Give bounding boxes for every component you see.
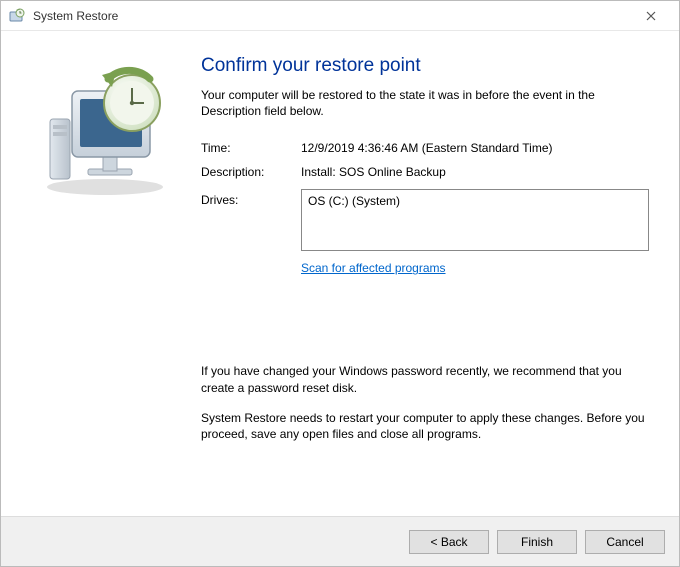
titlebar: System Restore <box>1 1 679 31</box>
scan-row: Scan for affected programs <box>201 261 649 275</box>
content-area: Confirm your restore point Your computer… <box>195 51 649 506</box>
time-row: Time: 12/9/2019 4:36:46 AM (Eastern Stan… <box>201 141 649 155</box>
back-button[interactable]: < Back <box>409 530 489 554</box>
password-note: If you have changed your Windows passwor… <box>201 363 649 395</box>
restart-note: System Restore needs to restart your com… <box>201 410 649 442</box>
restore-graphic-icon <box>30 61 180 201</box>
drives-row: Drives: OS (C:) (System) <box>201 189 649 251</box>
drives-value: OS (C:) (System) <box>308 194 400 208</box>
side-graphic <box>15 51 195 506</box>
footer: < Back Finish Cancel <box>1 516 679 566</box>
drives-label: Drives: <box>201 189 301 251</box>
window-title: System Restore <box>33 9 631 23</box>
close-button[interactable] <box>631 2 671 30</box>
finish-button[interactable]: Finish <box>497 530 577 554</box>
cancel-button[interactable]: Cancel <box>585 530 665 554</box>
body-area: Confirm your restore point Your computer… <box>1 31 679 516</box>
drives-box: OS (C:) (System) <box>301 189 649 251</box>
notes: If you have changed your Windows passwor… <box>201 363 649 442</box>
time-value: 12/9/2019 4:36:46 AM (Eastern Standard T… <box>301 141 649 155</box>
description-row: Description: Install: SOS Online Backup <box>201 165 649 179</box>
scan-affected-programs-link[interactable]: Scan for affected programs <box>301 261 446 275</box>
system-restore-icon <box>9 8 25 24</box>
system-restore-window: System Restore <box>0 0 680 567</box>
description-value: Install: SOS Online Backup <box>301 165 649 179</box>
page-subtext: Your computer will be restored to the st… <box>201 87 649 119</box>
close-icon <box>646 11 656 21</box>
description-label: Description: <box>201 165 301 179</box>
time-label: Time: <box>201 141 301 155</box>
page-heading: Confirm your restore point <box>201 55 649 77</box>
